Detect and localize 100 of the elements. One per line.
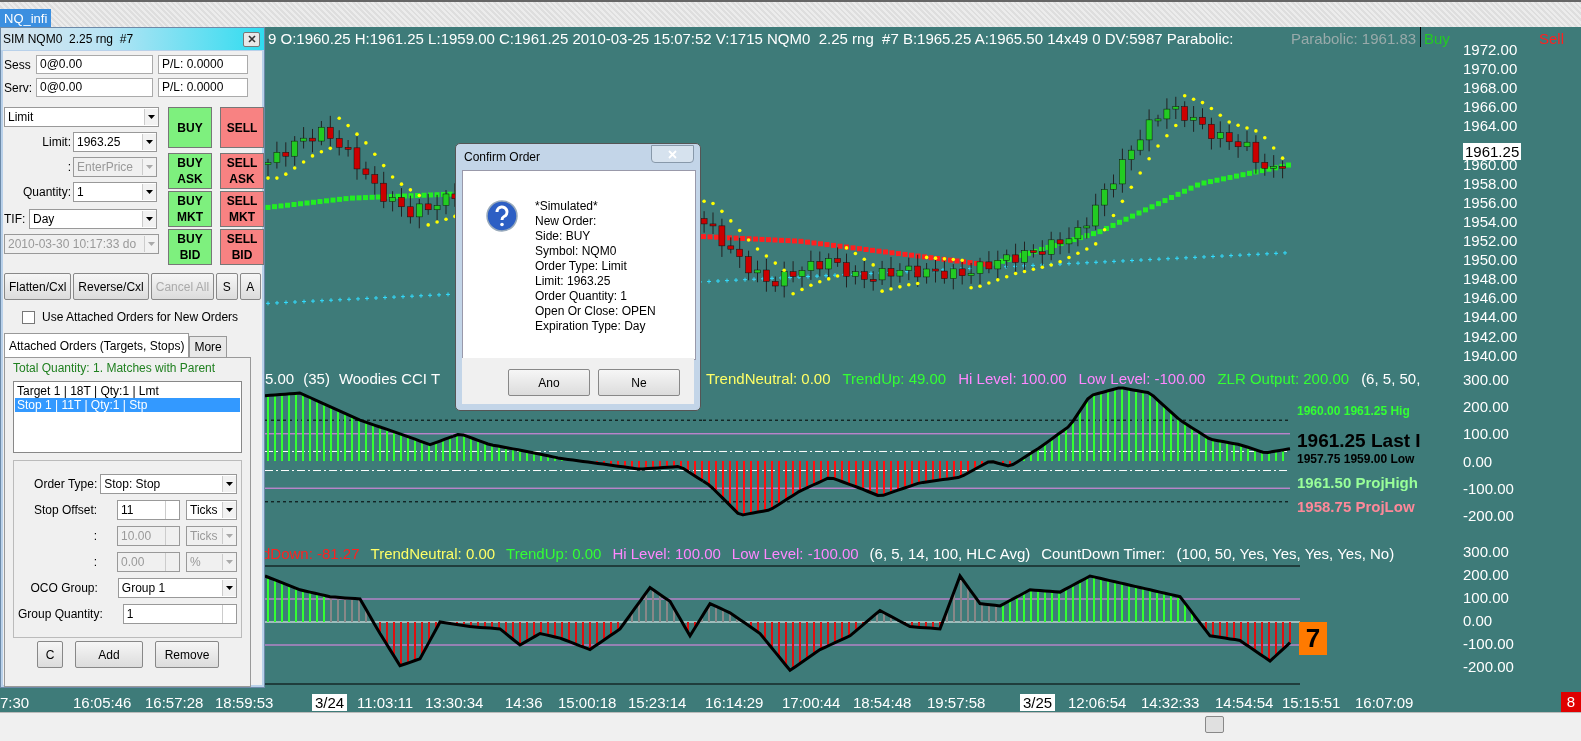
- dropdown-arrow-icon: [226, 586, 233, 590]
- tif-dropdown[interactable]: Day: [29, 209, 157, 229]
- time-axis-label: 16:05:46: [73, 694, 132, 711]
- sell-signal-text: Sell: [1539, 30, 1564, 47]
- scrollbar-thumb[interactable]: [1205, 716, 1224, 733]
- sell-button[interactable]: SELL ASK: [220, 153, 264, 189]
- position-field[interactable]: 0@0.00: [36, 78, 153, 97]
- field-label: TIF:: [4, 212, 27, 226]
- panel-tab[interactable]: More: [189, 336, 227, 357]
- price-axis-label: 1950.00: [1463, 251, 1518, 269]
- field-label: Quantity:: [21, 185, 71, 199]
- price-axis-label: 1972.00: [1463, 41, 1518, 58]
- oco-group-dropdown[interactable]: Group 1: [117, 578, 237, 598]
- sell-button[interactable]: SELL MKT: [220, 191, 264, 227]
- price-axis-label: 1964.00: [1463, 117, 1518, 135]
- scrollbar[interactable]: [0, 712, 1581, 741]
- buy-button[interactable]: BUY MKT: [168, 191, 212, 227]
- dialog-text: *Simulated*: [535, 199, 599, 214]
- time-axis-label: 15:23:14: [628, 694, 687, 711]
- buy-button[interactable]: BUY: [168, 107, 212, 148]
- time-axis-label: 15:15:51: [1282, 694, 1341, 711]
- attached-orders-checkbox[interactable]: Use Attached Orders for New Orders: [22, 308, 239, 326]
- dropdown-arrow-icon: [148, 115, 155, 119]
- time-axis-label: 7:30: [0, 694, 30, 711]
- field-label: :: [92, 555, 98, 569]
- dialog-title: Confirm Order: [464, 150, 540, 164]
- order-button[interactable]: C: [37, 641, 63, 668]
- unit-dropdown[interactable]: Ticks: [186, 500, 237, 520]
- action-button[interactable]: Reverse/Cxl: [73, 273, 149, 300]
- time-axis-label: 13:30:34: [425, 694, 484, 711]
- field-label: Group Quantity:: [18, 607, 103, 621]
- indicator-legend-text: (6, 5, 14, 100, HLC Avg): [869, 545, 1031, 562]
- indicator-legend-text: TrendUp: 0.00: [506, 545, 602, 562]
- dropdown-arrow-icon: [226, 482, 233, 486]
- indicator-legend-text: (100, 50, Yes, Yes, Yes, Yes, No): [1176, 545, 1395, 562]
- field-label: :: [92, 529, 98, 543]
- order-button[interactable]: Remove: [155, 641, 219, 668]
- dialog-button[interactable]: Ne: [598, 369, 680, 396]
- action-button[interactable]: Flatten/Cxl: [4, 273, 72, 300]
- indicator-axis-label: 200.00: [1463, 398, 1509, 416]
- time-axis-label: 16:07:09: [1355, 694, 1414, 711]
- indicator-legend-text: 5.00: [265, 370, 295, 387]
- pl-field[interactable]: P/L: 0.0000: [158, 78, 248, 97]
- buy-button[interactable]: BUY BID: [168, 229, 212, 265]
- action-button[interactable]: S: [216, 273, 238, 300]
- dropdown-arrow-icon: [146, 140, 153, 144]
- time-axis-label: 17:00:44: [782, 694, 841, 711]
- field-label: OCO Group:: [29, 581, 98, 595]
- stop-type-dropdown[interactable]: Stop: Stop: [100, 474, 237, 494]
- price-axis-label: 1958.00: [1463, 174, 1518, 192]
- dialog-text: Symbol: NQM0: [535, 244, 618, 259]
- action-button[interactable]: A: [239, 273, 261, 300]
- order-type-dropdown[interactable]: Limit: [4, 107, 159, 127]
- indicator-legend-text: Woodies CCI T: [338, 370, 441, 387]
- buy-button[interactable]: BUY ASK: [168, 153, 212, 189]
- indicator-legend-text: ZLR Output: 200.00: [1217, 370, 1350, 387]
- time-axis-label: 14:32:33: [1141, 694, 1200, 711]
- total-quantity-text: Total Quantity: 1. Matches with Parent: [13, 361, 216, 375]
- dropdown-arrow-icon: [226, 534, 233, 538]
- attached-order-item[interactable]: Target 1 | 18T | Qty:1 | Lmt: [15, 384, 240, 398]
- order-button[interactable]: Add: [75, 641, 143, 668]
- indicator-axis-label: 100.00: [1463, 425, 1509, 443]
- indicator-legend-text: TrendNeutral: 0.00: [370, 545, 496, 562]
- price-axis-label: 1948.00: [1463, 270, 1518, 288]
- sell-button[interactable]: SELL: [220, 107, 264, 148]
- pl-field[interactable]: P/L: 0.0000: [158, 55, 248, 74]
- dialog-text: Order Type: Limit: [535, 259, 628, 274]
- group-quantity-spinbox[interactable]: 1: [122, 604, 237, 624]
- attached-orders-list[interactable]: Target 1 | 18T | Qty:1 | Lmt Stop 1 | 11T | Qty:1 | Stp: [13, 381, 242, 453]
- indicator-legend-text: (35): [303, 370, 330, 387]
- indicator-axis-label: -200.00: [1463, 658, 1514, 675]
- indicator-legend-text: (6, 5, 50,: [1361, 370, 1421, 387]
- value-dropdown[interactable]: 1: [73, 182, 157, 202]
- indicator-legend-text: TrendNeutral: 0.00: [706, 370, 831, 387]
- price-axis-label: 1940.00: [1463, 346, 1518, 364]
- field-label: Serv:: [4, 80, 33, 95]
- price-level-label: 1961.25 Last I: [1297, 430, 1421, 452]
- position-field[interactable]: 0@0.00: [36, 55, 153, 74]
- value-dropdown[interactable]: 1963.25: [73, 132, 157, 152]
- time-axis-label: 12:06:54: [1068, 694, 1127, 711]
- question-icon: [486, 200, 518, 232]
- dialog-text: New Order:: [535, 214, 598, 229]
- dialog-text: Open Or Close: OPEN: [535, 304, 656, 319]
- dropdown-arrow-icon: [148, 242, 155, 246]
- dialog-text: Limit: 1963.25: [535, 274, 612, 289]
- price-level-label: 1961.50 ProjHigh: [1297, 474, 1418, 491]
- price-level-label: 1958.75 ProjLow: [1297, 498, 1415, 515]
- offset-spinbox[interactable]: 11: [117, 500, 180, 520]
- countdown-badge: 7: [1299, 622, 1327, 655]
- dialog-button[interactable]: Ano: [508, 369, 590, 396]
- close-button[interactable]: [243, 31, 260, 47]
- dropdown-arrow-icon: [226, 560, 233, 564]
- time-axis-label: 15:00:18: [558, 694, 617, 711]
- field-label: :: [66, 160, 71, 174]
- price-axis-label: 1968.00: [1463, 79, 1518, 97]
- close-icon: [247, 35, 256, 43]
- sell-button[interactable]: SELL BID: [220, 229, 264, 265]
- price-axis-label: 1944.00: [1463, 308, 1518, 326]
- panel-tab[interactable]: Attached Orders (Targets, Stops): [4, 333, 190, 357]
- indicator-axis-label: 0.00: [1463, 452, 1493, 470]
